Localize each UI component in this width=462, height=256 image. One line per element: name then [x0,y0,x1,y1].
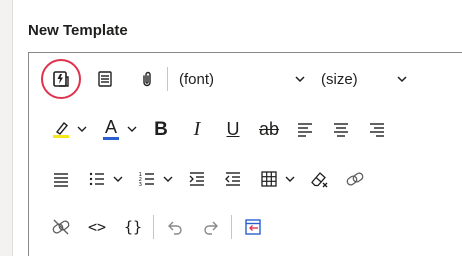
strikethrough-label: ab [258,119,280,139]
undo-button[interactable] [161,213,189,241]
numbered-list-button[interactable]: 1 2 3 [133,165,161,193]
highlight-color-button[interactable] [47,115,75,143]
font-family-select[interactable]: (font) [179,65,307,93]
panel-title: New Template [28,22,128,39]
align-right-icon [370,123,384,137]
bullet-list-button[interactable] [83,165,111,193]
justify-button[interactable] [47,165,75,193]
italic-button[interactable]: I [183,115,211,143]
template-editor-panel: New Template (font) (size) A B I U ab 1 … [12,0,462,256]
font-size-select[interactable]: (size) [321,65,409,93]
font-family-value: (font) [179,70,215,88]
chevron-down-icon [163,176,173,182]
chevron-down-icon [127,126,137,132]
underline-label: U [226,119,240,139]
font-color-swatch [103,137,119,140]
align-right-button[interactable] [363,115,391,143]
code-label: <> [87,217,107,236]
insert-template-button[interactable] [47,65,75,93]
highlight-color-dropdown[interactable] [73,115,91,143]
chevron-down-icon [293,72,307,86]
toolbar-separator [153,215,154,239]
clear-formatting-icon [311,172,328,188]
chevron-down-icon [113,176,123,182]
attach-file-button[interactable] [133,65,161,93]
bold-button[interactable]: B [147,115,175,143]
braces-label: {} [123,217,143,236]
justify-icon [54,173,68,187]
text-direction-icon [245,219,261,235]
font-color-button[interactable]: A [97,115,125,143]
insert-link-button[interactable] [341,165,369,193]
braces-button[interactable]: {} [119,213,147,241]
insert-table-dropdown[interactable] [281,165,299,193]
align-center-button[interactable] [327,115,355,143]
bullet-list-icon [89,172,104,186]
strikethrough-button[interactable]: ab [255,115,283,143]
font-color-letter: A [104,117,117,137]
increase-indent-icon [189,172,204,186]
svg-text:3: 3 [139,182,143,188]
clear-formatting-button[interactable] [305,165,333,193]
redo-button[interactable] [197,213,225,241]
bold-label: B [154,118,168,140]
undo-icon [168,221,182,235]
numbered-list-dropdown[interactable] [159,165,177,193]
link-icon [346,172,364,186]
underline-button[interactable]: U [219,115,247,143]
unlink-icon [52,219,70,235]
insert-table-button[interactable] [255,165,283,193]
document-lines-icon [98,71,112,87]
quick-parts-icon [53,71,69,87]
chevron-down-icon [285,176,295,182]
font-size-value: (size) [321,70,358,88]
remove-link-button[interactable] [47,213,75,241]
highlighter-icon [53,121,69,138]
ltr-direction-button[interactable] [239,213,267,241]
document-button[interactable] [91,65,119,93]
align-left-button[interactable] [291,115,319,143]
font-color-dropdown[interactable] [123,115,141,143]
chevron-down-icon [77,126,87,132]
italic-label: I [193,118,201,140]
align-center-icon [334,123,348,137]
paperclip-icon [143,71,151,87]
bullet-list-dropdown[interactable] [109,165,127,193]
redo-icon [204,221,218,235]
formatting-toolbar: (font) (size) A B I U ab 1 2 3 <> {} [28,52,462,256]
chevron-down-icon [395,72,409,86]
code-button[interactable]: <> [83,213,111,241]
table-icon [261,171,277,187]
align-left-icon [298,123,312,137]
toolbar-separator [231,215,232,239]
numbered-list-icon: 1 2 3 [139,172,154,188]
increase-indent-button[interactable] [183,165,211,193]
decrease-indent-icon [225,172,240,186]
decrease-indent-button[interactable] [219,165,247,193]
font-color-icon: A [103,118,119,140]
toolbar-separator [167,67,168,91]
